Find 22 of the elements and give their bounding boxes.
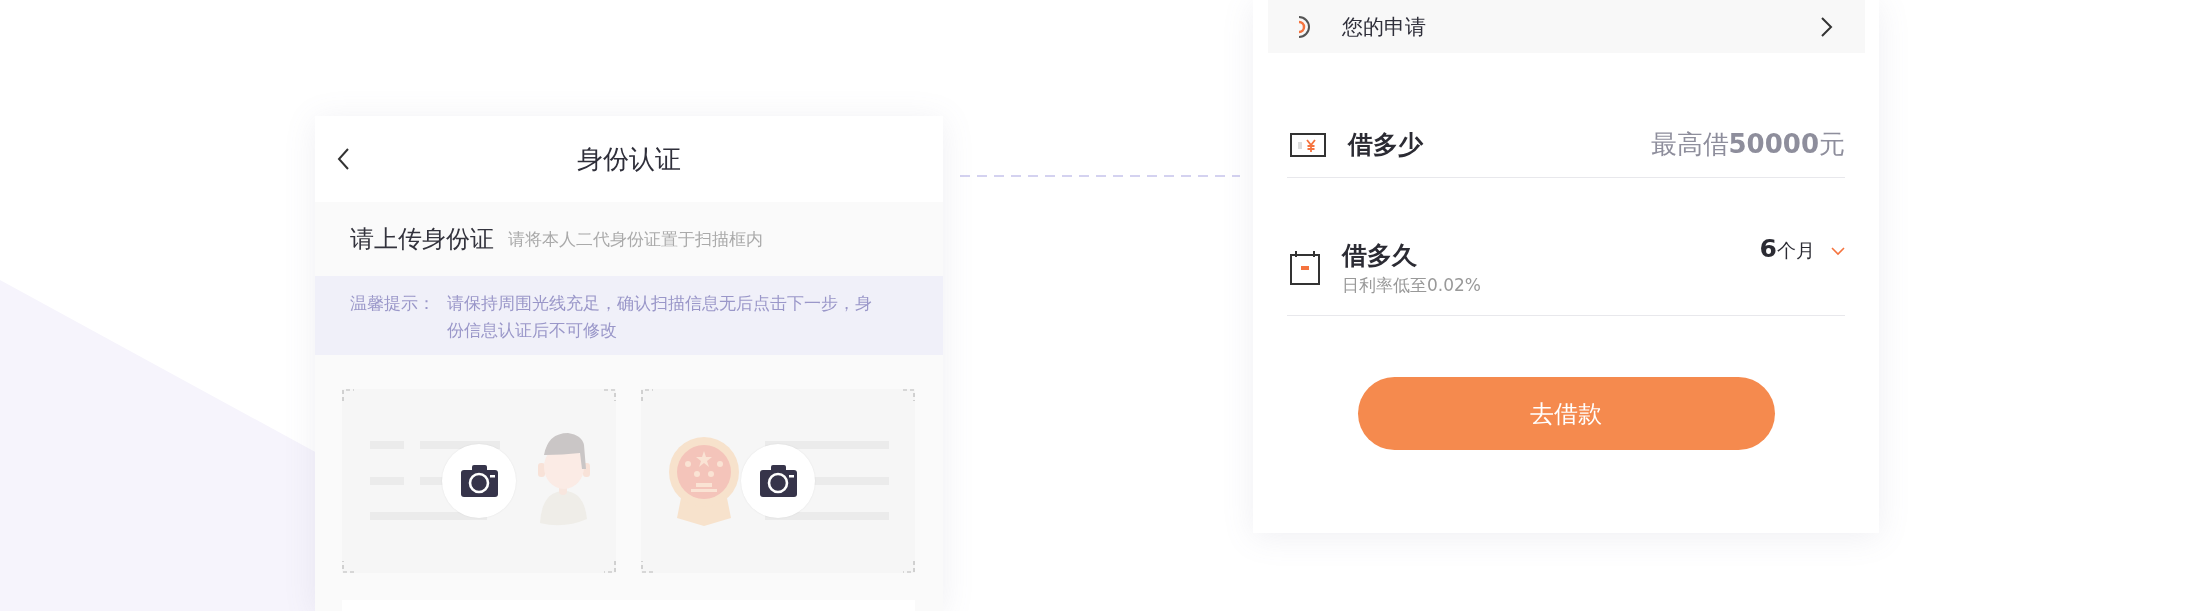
field-value: 6个月 bbox=[1759, 234, 1815, 264]
form-row[interactable]: 借多久 日利率低至0.02% 6个月 bbox=[1287, 208, 1845, 316]
tip-text: 请保持周围光线充足，确认扫描信息无后点击下一步，身份信息认证后不可修改 bbox=[447, 292, 873, 342]
back-button[interactable] bbox=[337, 147, 351, 171]
section-heading: 请上传身份证 bbox=[350, 224, 494, 255]
form-row[interactable]: 借多少 最高借50000元 bbox=[1287, 112, 1845, 178]
field-value: 最高借50000元 bbox=[1650, 128, 1845, 161]
section-hint: 请将本人二代身份证置于扫描框内 bbox=[508, 227, 763, 251]
field-label: 借多少 bbox=[1348, 129, 1424, 161]
screen-title: 身份认证 bbox=[577, 142, 681, 176]
application-row[interactable]: 您的申请 bbox=[1267, 0, 1865, 53]
banknote-icon bbox=[1290, 132, 1326, 157]
field-label: 借多久 bbox=[1342, 239, 1418, 272]
camera-icon bbox=[759, 465, 797, 497]
application-label: 您的申请 bbox=[1341, 13, 1427, 41]
back-icon bbox=[337, 147, 351, 171]
chevron-right-icon bbox=[1819, 15, 1833, 38]
field-note: 日利率低至0.02% bbox=[1342, 273, 1482, 297]
calendar-icon bbox=[1290, 250, 1320, 285]
caret-icon bbox=[1831, 247, 1845, 256]
tip-label: 温馨提示： bbox=[350, 292, 435, 315]
camera-icon bbox=[460, 465, 498, 497]
